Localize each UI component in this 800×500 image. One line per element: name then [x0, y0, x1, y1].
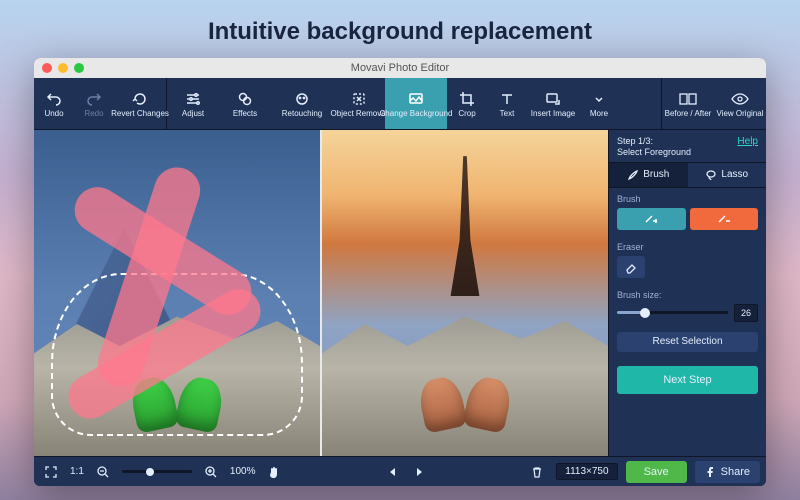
- adjust-icon: [184, 90, 202, 108]
- retouching-icon: [293, 90, 311, 108]
- dimensions-field[interactable]: 1113×750: [556, 463, 617, 480]
- eraser-section-label: Eraser: [617, 242, 758, 252]
- bottom-bar: 1:1 100% 1113×750 Save Share: [34, 456, 766, 486]
- retouching-button[interactable]: Retouching: [271, 78, 333, 129]
- canvas-after-pane: [322, 130, 608, 456]
- canvas-area[interactable]: [34, 130, 608, 456]
- brush-size-value[interactable]: 26: [734, 304, 758, 322]
- lasso-icon: [705, 169, 717, 181]
- fit-screen-button[interactable]: [40, 461, 62, 483]
- eye-icon: [731, 90, 749, 108]
- hero-title: Intuitive background replacement: [0, 0, 800, 62]
- effects-icon: [236, 90, 254, 108]
- redo-button[interactable]: Redo: [74, 78, 114, 129]
- chevron-down-icon: [590, 90, 608, 108]
- redo-icon: [85, 90, 103, 108]
- eraser-button[interactable]: [617, 256, 645, 278]
- effects-button[interactable]: Effects: [219, 78, 271, 129]
- text-icon: [498, 90, 516, 108]
- insert-image-button[interactable]: Insert Image: [527, 78, 579, 129]
- lasso-tab[interactable]: Lasso: [688, 163, 767, 187]
- fit-ratio-label: 1:1: [70, 466, 84, 477]
- undo-icon: [45, 90, 63, 108]
- zoom-out-button[interactable]: [92, 461, 114, 483]
- help-link[interactable]: Help: [737, 136, 758, 147]
- next-step-button[interactable]: Next Step: [617, 366, 758, 394]
- crop-icon: [458, 90, 476, 108]
- revert-icon: [131, 90, 149, 108]
- step-indicator: Step 1/3: Select Foreground: [617, 136, 691, 158]
- facebook-icon: [705, 467, 715, 477]
- zoom-slider[interactable]: [122, 470, 192, 473]
- insert-image-icon: [544, 90, 562, 108]
- brush-size-slider[interactable]: [617, 311, 728, 314]
- window-title: Movavi Photo Editor: [34, 62, 766, 74]
- share-button[interactable]: Share: [695, 461, 760, 483]
- object-removal-icon: [350, 90, 368, 108]
- brush-size-label: Brush size:: [617, 290, 758, 300]
- canvas-before-pane: [34, 130, 320, 456]
- view-original-button[interactable]: View Original: [714, 78, 766, 129]
- brush-icon: [627, 169, 639, 181]
- before-after-button[interactable]: Before / After: [662, 78, 714, 129]
- save-button[interactable]: Save: [626, 461, 687, 483]
- more-button[interactable]: More: [579, 78, 619, 129]
- brush-tab[interactable]: Brush: [609, 163, 688, 187]
- next-image-button[interactable]: [408, 461, 430, 483]
- object-removal-button[interactable]: Object Removal: [333, 78, 385, 129]
- before-after-icon: [679, 90, 697, 108]
- foreground-brush-subtract-button[interactable]: [690, 208, 759, 230]
- app-window: Movavi Photo Editor Undo Redo Revert Cha…: [34, 58, 766, 486]
- workspace: Step 1/3: Select Foreground Help Brush L…: [34, 130, 766, 456]
- side-panel: Step 1/3: Select Foreground Help Brush L…: [608, 130, 766, 456]
- zoom-percent-label: 100%: [230, 466, 256, 477]
- main-toolbar: Undo Redo Revert Changes Adjust Effects: [34, 78, 766, 130]
- zoom-in-button[interactable]: [200, 461, 222, 483]
- delete-button[interactable]: [526, 461, 548, 483]
- prev-image-button[interactable]: [382, 461, 404, 483]
- change-background-button[interactable]: Change Background: [385, 78, 447, 129]
- crop-button[interactable]: Crop: [447, 78, 487, 129]
- revert-changes-button[interactable]: Revert Changes: [114, 78, 166, 129]
- change-background-icon: [407, 90, 425, 108]
- reset-selection-button[interactable]: Reset Selection: [617, 332, 758, 352]
- selection-marquee: [51, 273, 303, 436]
- undo-button[interactable]: Undo: [34, 78, 74, 129]
- brush-section-label: Brush: [617, 194, 758, 204]
- text-button[interactable]: Text: [487, 78, 527, 129]
- pan-hand-button[interactable]: [263, 461, 285, 483]
- window-titlebar: Movavi Photo Editor: [34, 58, 766, 78]
- foreground-brush-add-button[interactable]: [617, 208, 686, 230]
- adjust-button[interactable]: Adjust: [167, 78, 219, 129]
